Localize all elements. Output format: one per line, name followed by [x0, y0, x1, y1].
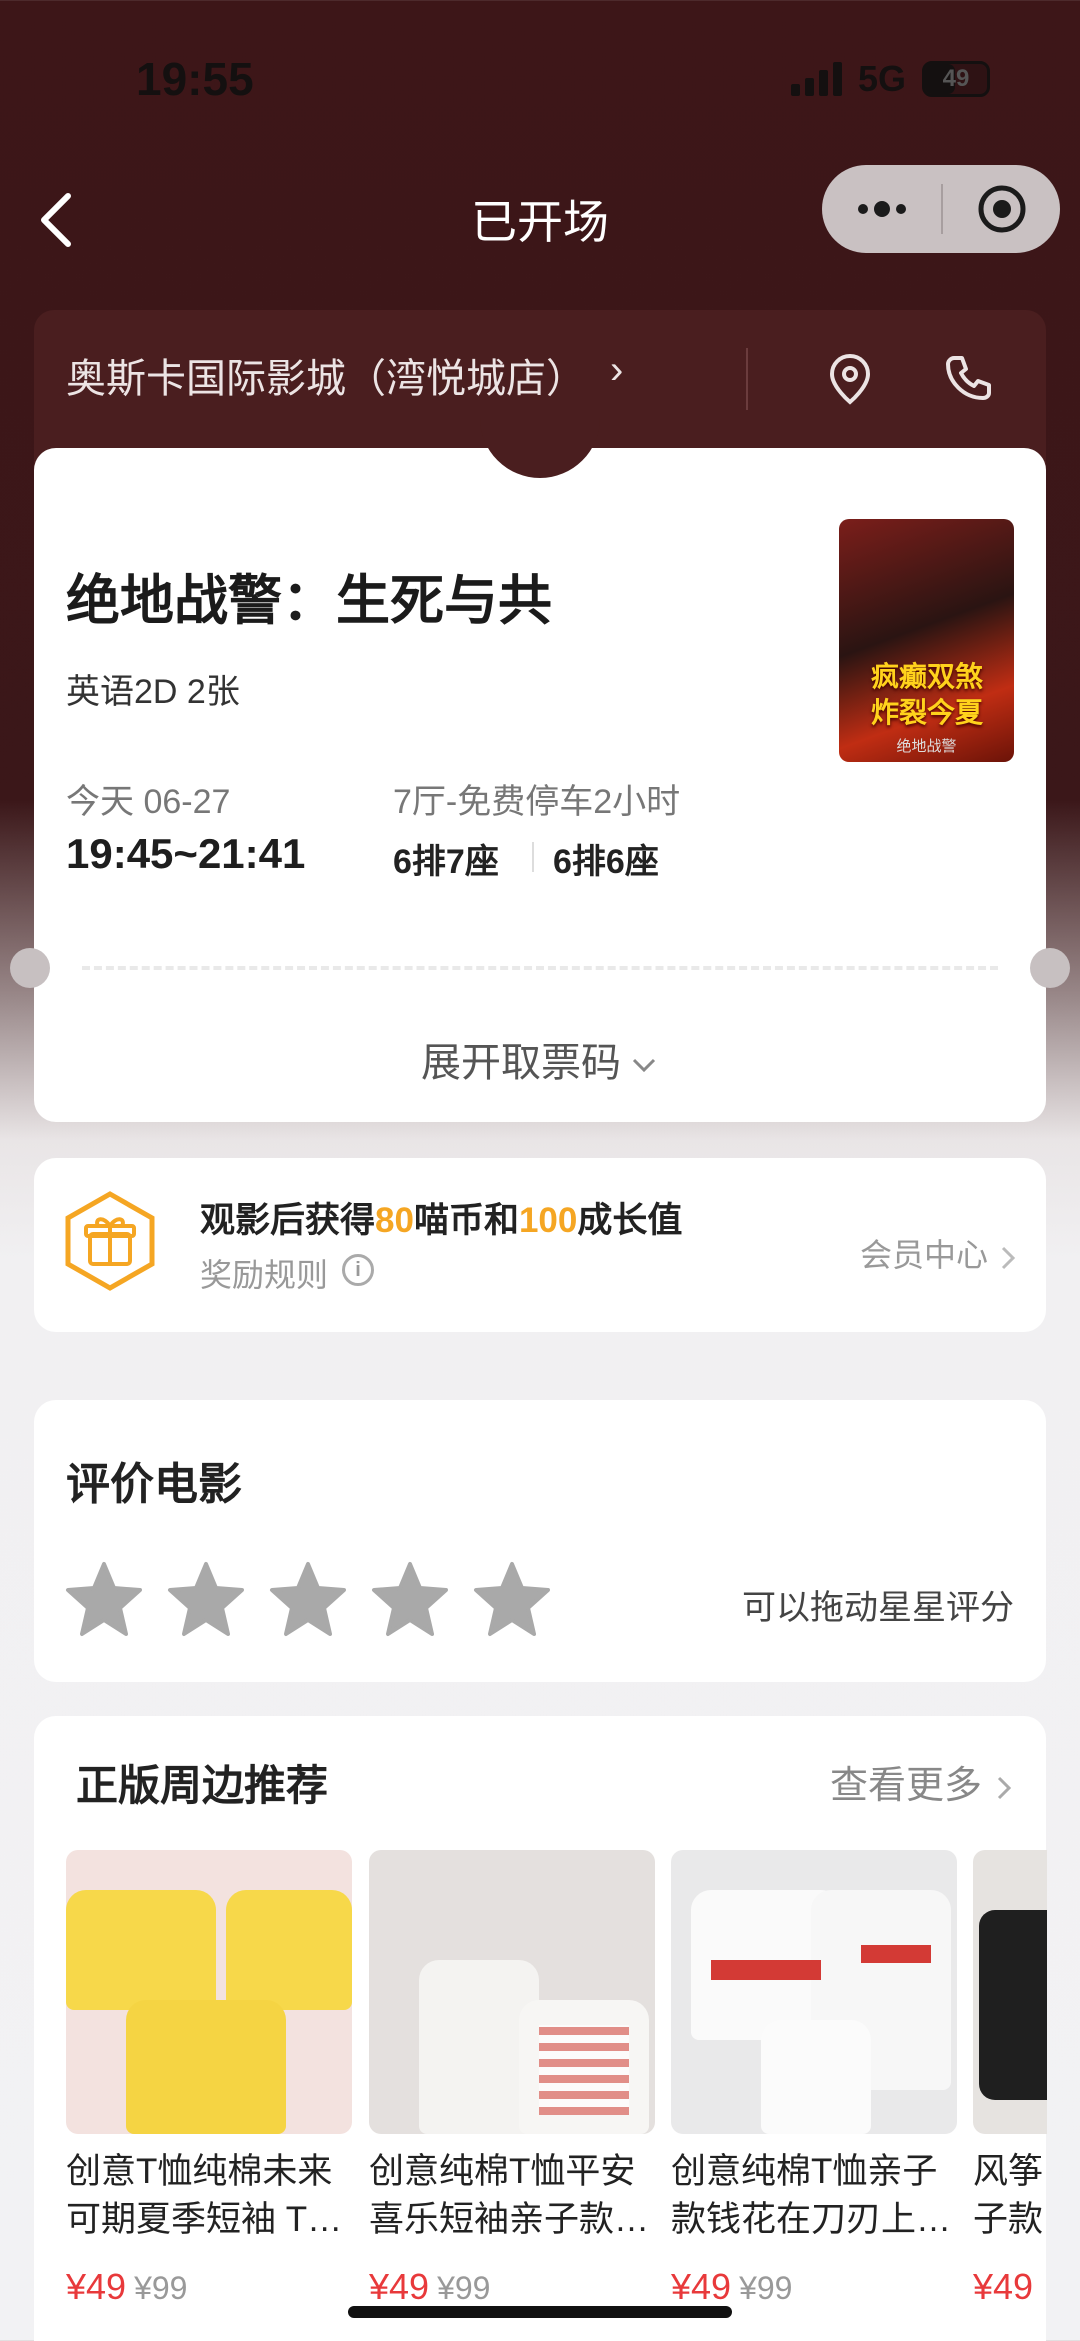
rating-hint: 可以拖动星星评分: [742, 1589, 1014, 1627]
reward-text-mid: 喵币和: [413, 1201, 519, 1240]
divider: [532, 842, 534, 872]
product-name: 风筝子款: [973, 2152, 1044, 2239]
ticket-side-cutout: [10, 948, 50, 988]
view-more-link[interactable]: 查看更多: [830, 1754, 1014, 1809]
product-image: [973, 1850, 1047, 2134]
product-image: [66, 1850, 352, 2134]
rating-star[interactable]: [370, 1560, 450, 1640]
rating-star[interactable]: [472, 1560, 552, 1640]
divider: [746, 348, 748, 410]
rating-star[interactable]: [64, 1560, 144, 1640]
info-icon[interactable]: i: [342, 1254, 374, 1286]
battery-icon: 49: [922, 61, 990, 97]
rating-star[interactable]: [166, 1560, 246, 1640]
price-original: ¥99: [437, 2270, 491, 2306]
member-center-link[interactable]: 会员中心: [860, 1230, 1018, 1276]
cinema-name-link[interactable]: 奥斯卡国际影城（湾悦城店）: [66, 346, 586, 404]
miniprogram-capsule: [822, 165, 1060, 253]
movie-poster[interactable]: 疯癫双煞 炸裂今夏 绝地战警: [839, 519, 1014, 762]
expand-label: 展开取票码: [421, 1041, 621, 1085]
hall-info: 7厅-免费停车2小时: [393, 783, 681, 821]
battery-level: 49: [942, 65, 970, 92]
price-current: ¥49: [973, 2266, 1034, 2307]
status-time: 19:55: [136, 53, 254, 105]
rating-star[interactable]: [268, 1560, 348, 1640]
seat: 6排7座: [393, 843, 499, 881]
dashed-divider: [82, 966, 998, 970]
price-current: ¥49: [369, 2266, 430, 2307]
rating-title: 评价电影: [66, 1460, 242, 1509]
product-name: 创意T恤纯棉未来可期夏季短袖 T…: [66, 2152, 343, 2239]
product-price: ¥49 ¥99: [671, 2266, 957, 2308]
expand-ticket-code-button[interactable]: 展开取票码: [0, 1030, 1080, 1088]
product-price: ¥49 ¥99: [66, 2266, 352, 2308]
network-type: 5G: [857, 58, 906, 99]
ticket-side-cutout: [1030, 948, 1070, 988]
gift-icon: [65, 1191, 155, 1291]
reward-text-post: 成长值: [577, 1201, 683, 1240]
poster-title: 绝地战警: [896, 738, 957, 755]
price-original: ¥99: [739, 2270, 793, 2306]
product-card[interactable]: 创意纯棉T恤亲子款钱花在刀刃上… ¥49 ¥99: [671, 1850, 957, 2308]
price-original: ¥99: [134, 2270, 188, 2306]
product-name: 创意纯棉T恤亲子款钱花在刀刃上…: [671, 2152, 952, 2239]
reward-rules-link[interactable]: 奖励规则: [200, 1250, 328, 1296]
product-card[interactable]: 创意纯棉T恤平安喜乐短袖亲子款… ¥49 ¥99: [369, 1850, 655, 2308]
product-price: ¥49 ¥99: [369, 2266, 655, 2308]
movie-title: 绝地战警：生死与共: [66, 571, 552, 631]
price-current: ¥49: [671, 2266, 732, 2307]
more-menu-button[interactable]: [822, 201, 941, 217]
product-image: [671, 1850, 957, 2134]
chevron-down-icon: [632, 1059, 656, 1073]
close-miniprogram-button[interactable]: [943, 183, 1060, 235]
show-time: 19:45~21:41: [66, 830, 306, 877]
target-icon: [978, 185, 1025, 233]
product-card[interactable]: 创意T恤纯棉未来可期夏季短袖 T… ¥49 ¥99: [66, 1850, 352, 2308]
chevron-right-icon: [997, 1776, 1012, 1800]
merch-title: 正版周边推荐: [76, 1762, 329, 1809]
status-icons: 5G 49: [790, 58, 990, 100]
poster-text: 疯癫双煞 炸裂今夏: [870, 661, 983, 728]
movie-format: 英语2D 2张: [66, 673, 240, 711]
product-card[interactable]: 风筝子款 ¥49: [973, 1850, 1047, 2340]
location-icon[interactable]: [822, 350, 878, 406]
product-name: 创意纯棉T恤平安喜乐短袖亲子款…: [369, 2152, 650, 2239]
member-center-label: 会员中心: [859, 1237, 988, 1273]
phone-icon[interactable]: [940, 350, 996, 406]
chevron-right-icon: ›: [610, 348, 624, 392]
view-more-label: 查看更多: [829, 1765, 982, 1807]
reward-growth: 100: [518, 1201, 578, 1240]
home-indicator: [348, 2306, 732, 2318]
chevron-right-icon: [1001, 1246, 1016, 1269]
product-image: [369, 1850, 655, 2134]
seat: 6排6座: [553, 843, 659, 881]
show-date: 今天 06-27: [66, 783, 231, 821]
reward-text-pre: 观影后获得: [200, 1201, 376, 1240]
price-current: ¥49: [66, 2266, 127, 2307]
signal-icon: [790, 62, 842, 96]
reward-text: 观影后获得80喵币和100成长值: [200, 1192, 682, 1243]
reward-coins: 80: [375, 1201, 414, 1240]
